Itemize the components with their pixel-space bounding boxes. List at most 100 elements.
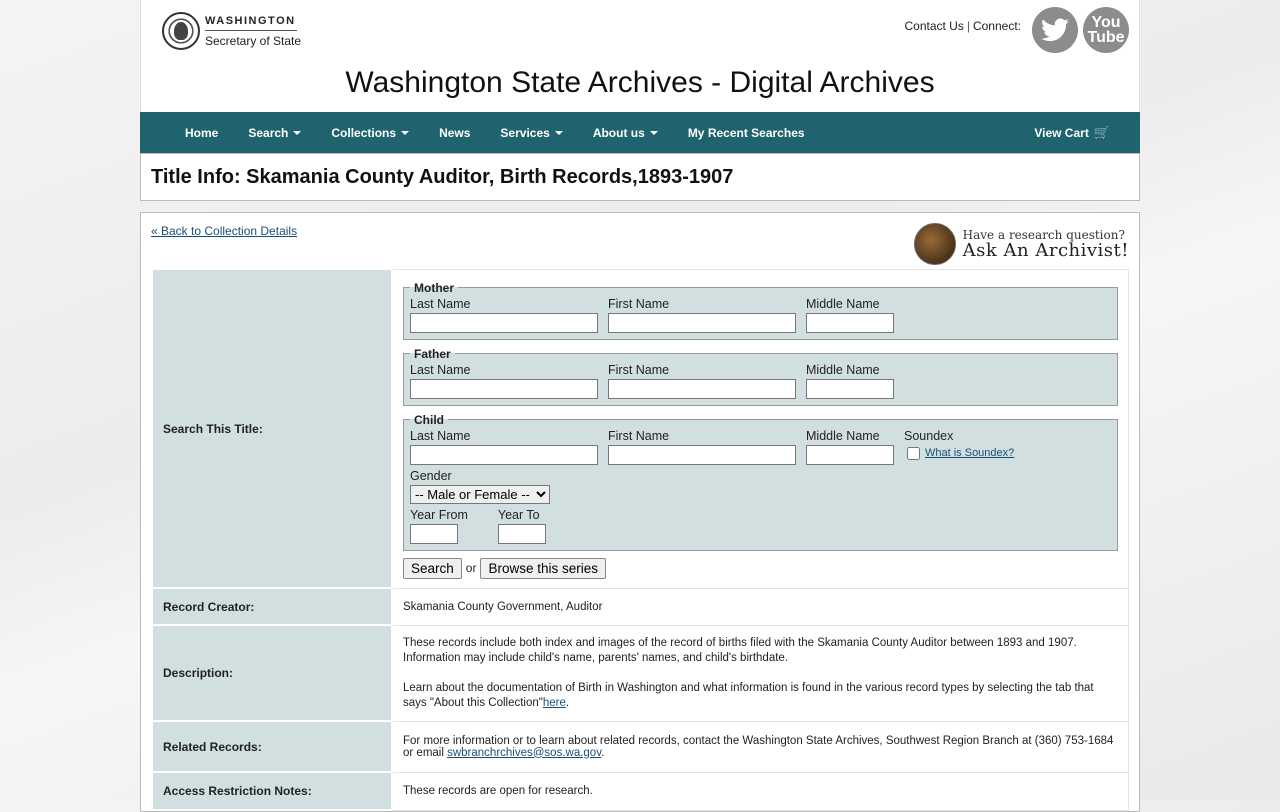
child-middle-name-input[interactable] bbox=[806, 444, 894, 465]
description-text-2: Learn about the documentation of Birth i… bbox=[403, 681, 1094, 709]
child-legend: Child bbox=[414, 412, 444, 427]
soundex-checkbox[interactable] bbox=[907, 446, 920, 460]
browse-series-button[interactable]: Browse this series bbox=[480, 557, 606, 579]
search-row: Search This Title: Mother Last Name Firs… bbox=[151, 268, 1129, 589]
child-last-name-input[interactable] bbox=[410, 444, 598, 465]
title-details: « Back to Collection Details Have a rese… bbox=[140, 212, 1140, 812]
access-restriction-label: Access Restriction Notes: bbox=[151, 771, 393, 811]
twitter-icon[interactable] bbox=[1032, 7, 1078, 53]
description-here-link[interactable]: here bbox=[543, 697, 566, 709]
site-title: Washington State Archives - Digital Arch… bbox=[345, 66, 935, 99]
ask-an-archivist-banner[interactable]: Have a research question? Ask An Archivi… bbox=[913, 223, 1129, 265]
gender-label: Gender bbox=[410, 468, 452, 483]
nav-label: Home bbox=[185, 125, 219, 140]
father-middle-label: Middle Name bbox=[806, 362, 880, 377]
view-cart-link[interactable]: View Cart 🛒 bbox=[1034, 125, 1110, 141]
access-restriction-value: These records are open for research. bbox=[391, 771, 1129, 811]
mother-middle-name-input[interactable] bbox=[806, 312, 894, 333]
nav-recent-searches[interactable]: My Recent Searches bbox=[688, 126, 805, 140]
view-cart-label: View Cart bbox=[1034, 126, 1089, 140]
father-last-name-input[interactable] bbox=[410, 378, 598, 399]
main-nav: Home Search Collections News Services Ab… bbox=[140, 112, 1140, 153]
books-icon bbox=[913, 223, 956, 265]
mother-middle-label: Middle Name bbox=[806, 296, 880, 311]
search-form: Mother Last Name First Name Middle Name … bbox=[391, 268, 1129, 589]
related-records-value: For more information or to learn about r… bbox=[391, 720, 1129, 773]
mother-first-name-input[interactable] bbox=[608, 312, 796, 333]
search-button[interactable]: Search bbox=[403, 557, 462, 579]
father-first-name-input[interactable] bbox=[608, 378, 796, 399]
related-records-row: Related Records: For more information or… bbox=[151, 720, 1129, 773]
ask-main: Ask An Archivist! bbox=[962, 240, 1129, 261]
mother-last-name-input[interactable] bbox=[410, 312, 598, 333]
gender-select[interactable]: -- Male or Female -- bbox=[410, 484, 550, 504]
title-info-table: Search This Title: Mother Last Name Firs… bbox=[151, 268, 1129, 811]
nav-collections[interactable]: Collections bbox=[331, 125, 410, 140]
description-paragraph-2: Learn about the documentation of Birth i… bbox=[403, 681, 1118, 711]
seal-portrait bbox=[174, 22, 188, 40]
connect-label: Connect: bbox=[972, 19, 1021, 33]
nav-search[interactable]: Search bbox=[248, 125, 302, 140]
org-name-bottom[interactable]: Secretary of State bbox=[205, 34, 301, 48]
soundex-label: Soundex bbox=[904, 428, 954, 443]
nav-services[interactable]: Services bbox=[500, 125, 563, 140]
mother-first-label: First Name bbox=[608, 296, 670, 311]
ask-text: Have a research question? Ask An Archivi… bbox=[963, 228, 1129, 260]
caret-down-icon bbox=[554, 130, 563, 135]
mother-fieldset: Mother Last Name First Name Middle Name bbox=[403, 280, 1118, 340]
child-last-label: Last Name bbox=[410, 428, 471, 443]
page: WASHINGTON Secretary of State Contact Us… bbox=[140, 0, 1140, 812]
youtube-text-top: You bbox=[1091, 14, 1121, 31]
nav-home[interactable]: Home bbox=[185, 126, 218, 140]
contact-us-link[interactable]: Contact Us bbox=[904, 19, 963, 33]
father-middle-name-input[interactable] bbox=[806, 378, 894, 399]
child-middle-label: Middle Name bbox=[806, 428, 880, 443]
year-from-label: Year From bbox=[410, 507, 468, 522]
back-to-collection-link[interactable]: « Back to Collection Details bbox=[151, 224, 297, 238]
email-link[interactable]: swbranchrchives@sos.wa.gov bbox=[447, 747, 601, 759]
description-paragraph-1: These records include both index and ima… bbox=[403, 636, 1077, 664]
title-box: Title Info: Skamania County Auditor, Bir… bbox=[140, 153, 1140, 201]
youtube-icon[interactable]: You Tube bbox=[1083, 7, 1129, 53]
father-first-label: First Name bbox=[608, 362, 670, 377]
year-to-input[interactable] bbox=[497, 523, 546, 544]
mother-last-label: Last Name bbox=[410, 296, 471, 311]
record-creator-label: Record Creator: bbox=[151, 587, 393, 626]
nav-label: Collections bbox=[331, 125, 397, 140]
caret-down-icon bbox=[401, 130, 410, 135]
nav-label: Search bbox=[248, 125, 289, 140]
nav-about-us[interactable]: About us bbox=[593, 126, 658, 140]
search-label: Search This Title: bbox=[151, 268, 393, 589]
child-first-label: First Name bbox=[608, 428, 670, 443]
page-title: Title Info: Skamania County Auditor, Bir… bbox=[151, 166, 734, 188]
nav-label: About us bbox=[592, 125, 645, 140]
description-value: These records include both index and ima… bbox=[391, 624, 1129, 722]
cart-icon: 🛒 bbox=[1093, 125, 1110, 140]
record-creator-value: Skamania County Government, Auditor bbox=[391, 587, 1129, 626]
nav-news[interactable]: News bbox=[439, 126, 470, 140]
youtube-text-bottom: Tube bbox=[1087, 29, 1125, 46]
top-links: Contact Us | Connect: bbox=[904, 19, 1021, 33]
description-end: . bbox=[565, 696, 570, 709]
state-seal-icon[interactable] bbox=[162, 12, 200, 50]
child-first-name-input[interactable] bbox=[608, 444, 796, 465]
access-restriction-row: Access Restriction Notes: These records … bbox=[151, 771, 1129, 811]
year-to-label: Year To bbox=[497, 507, 540, 522]
record-creator-row: Record Creator: Skamania County Governme… bbox=[151, 587, 1129, 626]
year-from-input[interactable] bbox=[410, 523, 458, 544]
father-last-label: Last Name bbox=[410, 362, 471, 377]
what-is-soundex-link[interactable]: What is Soundex? bbox=[925, 447, 1014, 459]
nav-label: My Recent Searches bbox=[687, 125, 805, 140]
child-fieldset: Child Last Name First Name Middle Name S… bbox=[403, 412, 1118, 551]
mother-legend: Mother bbox=[414, 280, 454, 295]
father-legend: Father bbox=[414, 346, 451, 361]
nav-label: Services bbox=[500, 125, 550, 140]
org-divider bbox=[205, 30, 297, 31]
caret-down-icon bbox=[649, 130, 658, 135]
description-row: Description: These records include both … bbox=[151, 624, 1129, 722]
org-name-top[interactable]: WASHINGTON bbox=[205, 15, 296, 27]
nav-label: News bbox=[439, 125, 471, 140]
father-fieldset: Father Last Name First Name Middle Name bbox=[403, 346, 1118, 406]
or-text: or bbox=[465, 561, 477, 575]
description-label: Description: bbox=[151, 624, 393, 722]
